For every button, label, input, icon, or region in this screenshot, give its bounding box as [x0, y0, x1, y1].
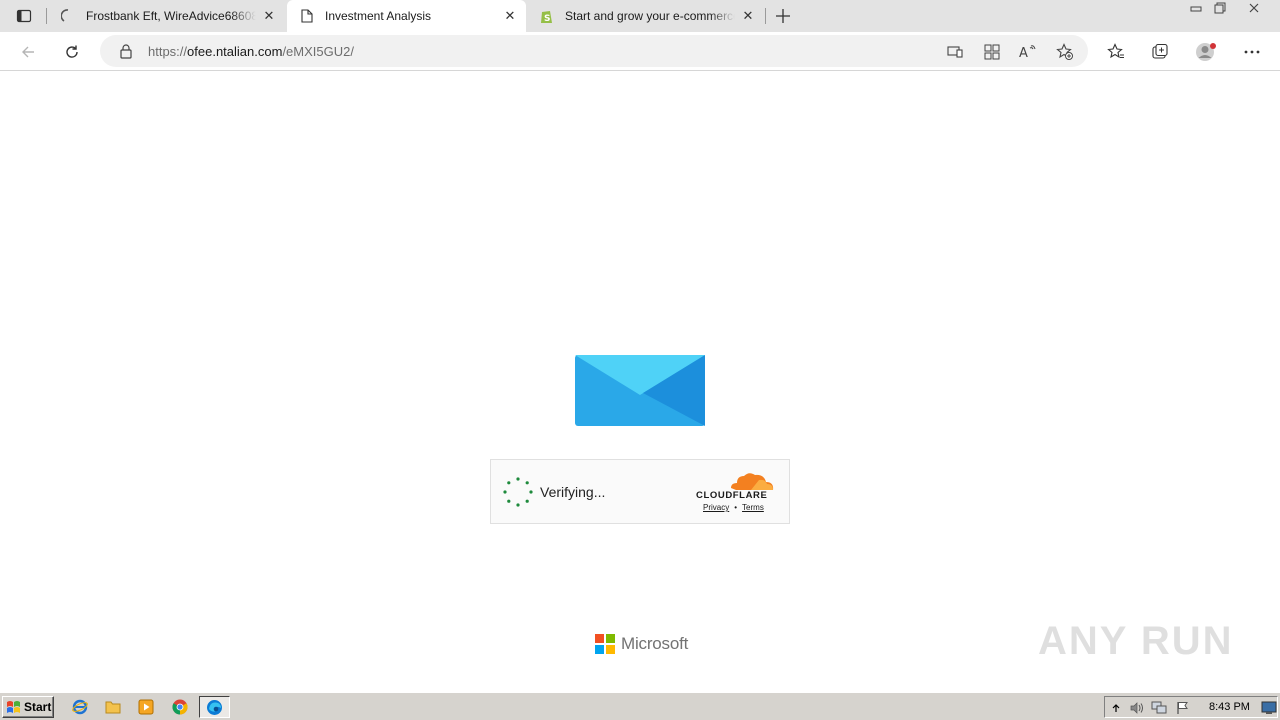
tab-actions-button[interactable] [8, 4, 40, 28]
back-button[interactable] [14, 38, 42, 66]
collections-button[interactable] [1146, 38, 1174, 66]
start-label: Start [24, 700, 52, 714]
chrome-icon [172, 699, 188, 715]
privacy-link[interactable]: Privacy [703, 503, 729, 512]
anyrun-watermark: ANY RUN [1038, 611, 1238, 671]
close-tab-icon[interactable]: ✕ [261, 8, 277, 24]
media-player-icon [138, 699, 154, 715]
tab-title: Start and grow your e-commerce [565, 9, 735, 23]
close-window-button[interactable] [1242, 0, 1266, 16]
address-bar[interactable]: https://ofee.ntalian.com/eMXI5GU2/ A [100, 35, 1088, 67]
explorer-quicklaunch[interactable] [104, 698, 122, 716]
svg-text:S: S [544, 14, 550, 24]
terms-link[interactable]: Terms [742, 503, 764, 512]
url-protocol: https:// [148, 44, 188, 59]
tab-separator [765, 8, 766, 24]
verifying-status-text: Verifying... [540, 484, 606, 500]
taskbar: Start 8:43 PM [0, 692, 1280, 720]
url-path: /eMXI5GU2/ [282, 44, 354, 59]
favorites-button[interactable] [1102, 38, 1130, 66]
collections-icon [1152, 43, 1168, 59]
tab-shopify[interactable]: S Start and grow your e-commerce ✕ [527, 0, 764, 32]
microsoft-wordmark: Microsoft [621, 634, 689, 653]
profile-button[interactable] [1192, 38, 1220, 66]
minimize-button[interactable] [1184, 0, 1208, 16]
add-favorite-icon[interactable] [1056, 43, 1074, 61]
start-button[interactable]: Start [2, 696, 54, 718]
microsoft-logo-icon [595, 634, 615, 654]
url-text[interactable]: https://ofee.ntalian.com/eMXI5GU2/ [148, 44, 354, 59]
tab-strip: Frostbank Eft, WireAdvice686086 ✕ Invest… [0, 0, 1280, 32]
restore-button[interactable] [1208, 0, 1232, 16]
edge-icon [207, 700, 222, 715]
close-tab-icon[interactable]: ✕ [740, 8, 756, 24]
close-icon [1249, 3, 1259, 13]
media-player-quicklaunch[interactable] [137, 698, 155, 716]
browser-toolbar: https://ofee.ntalian.com/eMXI5GU2/ A [0, 32, 1280, 71]
internet-explorer-icon [72, 699, 88, 715]
svg-text:A: A [1019, 46, 1028, 60]
tab-frostbank[interactable]: Frostbank Eft, WireAdvice686086 ✕ [48, 0, 285, 32]
apps-grid-icon[interactable] [983, 43, 1001, 61]
chevron-up-icon [1112, 704, 1120, 712]
tab-actions-icon [16, 9, 32, 23]
action-center-flag-icon[interactable] [1175, 700, 1191, 716]
back-arrow-icon [22, 46, 34, 58]
watermark-text: ANY RUN [1038, 619, 1234, 663]
show-hidden-icons-button[interactable] [1108, 700, 1124, 716]
loading-spinner-icon [503, 477, 533, 507]
settings-more-button[interactable] [1238, 38, 1266, 66]
network-icon[interactable] [1151, 700, 1167, 716]
windows-flag-icon [7, 701, 20, 713]
minimize-icon [1190, 6, 1202, 12]
envelope-icon [575, 355, 705, 426]
folder-icon [105, 701, 121, 714]
refresh-icon [66, 45, 78, 58]
close-tab-icon[interactable]: ✕ [502, 8, 518, 24]
web-page: Verifying... CLOUDFLARE Privacy • Terms … [0, 71, 1280, 691]
cloudflare-brand-text: CLOUDFLARE [696, 490, 768, 501]
cloudflare-turnstile-widget[interactable]: Verifying... CLOUDFLARE Privacy • Terms [490, 459, 790, 524]
plus-icon [776, 9, 790, 23]
more-icon [1244, 50, 1260, 54]
new-tab-button[interactable] [770, 4, 796, 28]
tab-title: Frostbank Eft, WireAdvice686086 [86, 9, 256, 23]
tab-title: Investment Analysis [325, 9, 432, 23]
tab-investment-analysis[interactable]: Investment Analysis ✕ [287, 0, 526, 32]
shopify-icon: S [539, 8, 555, 24]
page-icon [299, 8, 315, 24]
edge-taskbar-button[interactable] [199, 696, 230, 718]
chrome-quicklaunch[interactable] [171, 698, 189, 716]
system-tray: 8:43 PM [1104, 696, 1278, 718]
loading-icon [60, 8, 76, 24]
read-aloud-icon[interactable]: A [1019, 43, 1037, 61]
show-desktop-icon[interactable] [1261, 700, 1277, 716]
link-separator: • [734, 503, 738, 512]
clock[interactable]: 8:43 PM [1209, 701, 1250, 713]
tab-separator [46, 8, 47, 24]
cloudflare-links: Privacy • Terms [703, 503, 764, 512]
ie-quicklaunch[interactable] [71, 698, 89, 716]
avatar-icon [1196, 43, 1216, 61]
cloudflare-cloud-icon [731, 473, 774, 490]
url-domain: ofee.ntalian.com [187, 44, 283, 59]
favorites-icon [1107, 43, 1124, 59]
app-available-icon[interactable] [946, 43, 964, 61]
restore-icon [1214, 2, 1226, 14]
lock-icon[interactable] [118, 43, 134, 59]
refresh-button[interactable] [58, 38, 86, 66]
volume-icon[interactable] [1129, 700, 1145, 716]
